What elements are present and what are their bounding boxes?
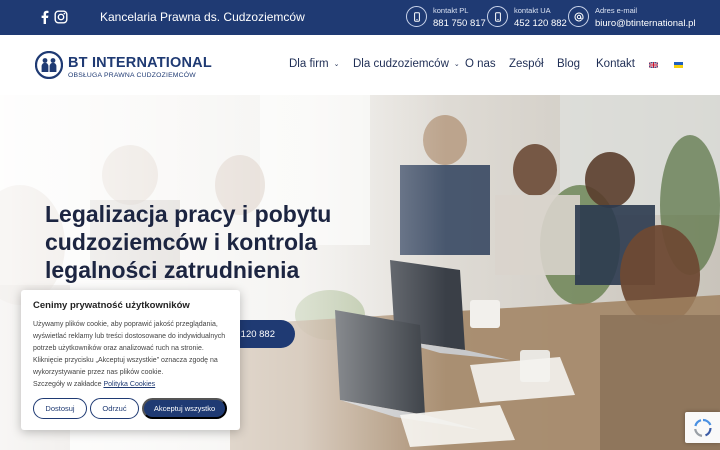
logo-icon[interactable] — [35, 51, 63, 79]
cookie-description: Używamy plików cookie, aby poprawić jako… — [33, 319, 233, 391]
accept-all-button[interactable]: Akceptuj wszystko — [142, 398, 227, 419]
chevron-down-icon: ⌄ — [333, 61, 340, 68]
main-header: BT INTERNATIONAL OBSŁUGA PRAWNA CUDZOZIE… — [0, 35, 720, 95]
nav-zespol[interactable]: Zespół — [509, 58, 544, 70]
contact-email-address[interactable]: biuro@btinternational.pl — [595, 18, 695, 29]
nav-item-label: Kontakt — [596, 58, 635, 70]
phone-icon — [406, 6, 427, 27]
at-sign-icon — [568, 6, 589, 27]
nav-blog[interactable]: Blog — [557, 58, 580, 70]
contact-ua-label: kontakt UA — [514, 6, 551, 15]
nav-dla-cudzoziemcow[interactable]: Dla cudzoziemców ⌄ — [353, 58, 460, 70]
cookie-consent-dialog: Cenimy prywatność użytkowników Używamy p… — [21, 290, 240, 430]
logo-name[interactable]: BT INTERNATIONAL — [68, 55, 212, 71]
ukraine-flag-icon[interactable] — [674, 62, 683, 68]
nav-kontakt[interactable]: Kontakt — [596, 58, 635, 70]
recaptcha-badge[interactable] — [685, 412, 720, 443]
contact-pl-phone[interactable]: 881 750 817 — [433, 18, 486, 29]
cookie-details-prefix: Szczegóły w zakładce — [33, 381, 102, 388]
nav-dla-firm[interactable]: Dla firm ⌄ — [289, 58, 340, 70]
instagram-icon[interactable] — [54, 10, 68, 24]
nav-o-nas[interactable]: O nas — [465, 58, 496, 70]
facebook-icon[interactable] — [38, 10, 52, 24]
contact-email-label: Adres e-mail — [595, 6, 638, 15]
phone-icon — [487, 6, 508, 27]
contact-pl-label: kontakt PL — [433, 6, 469, 15]
hero-title: Legalizacja pracy i pobytu cudzoziemców … — [45, 201, 332, 283]
nav-item-label: Blog — [557, 58, 581, 70]
uk-flag-icon[interactable] — [649, 62, 658, 68]
nav-item-label: Dla firm — [289, 58, 329, 70]
tagline: Kancelaria Prawna ds. Cudzoziemców — [100, 10, 305, 24]
recaptcha-icon — [693, 418, 712, 437]
cookie-description-text: Używamy plików cookie, aby poprawić jako… — [33, 321, 226, 376]
cookie-title: Cenimy prywatność użytkowników — [33, 300, 190, 311]
reject-button[interactable]: Odrzuć — [90, 398, 139, 419]
nav-item-label: O nas — [465, 58, 496, 70]
logo-subtitle: OBSŁUGA PRAWNA CUDZOZIEMCÓW — [68, 72, 196, 79]
customize-button[interactable]: Dostosuj — [33, 398, 87, 419]
contact-ua-phone[interactable]: 452 120 882 — [514, 18, 567, 29]
nav-item-label: Dla cudzoziemców — [353, 58, 449, 70]
cookie-policy-link[interactable]: Polityka Cookies — [103, 381, 155, 388]
nav-item-label: Zespół — [509, 58, 544, 70]
chevron-down-icon: ⌄ — [453, 61, 460, 68]
top-bar: Kancelaria Prawna ds. Cudzoziemców konta… — [0, 0, 720, 35]
